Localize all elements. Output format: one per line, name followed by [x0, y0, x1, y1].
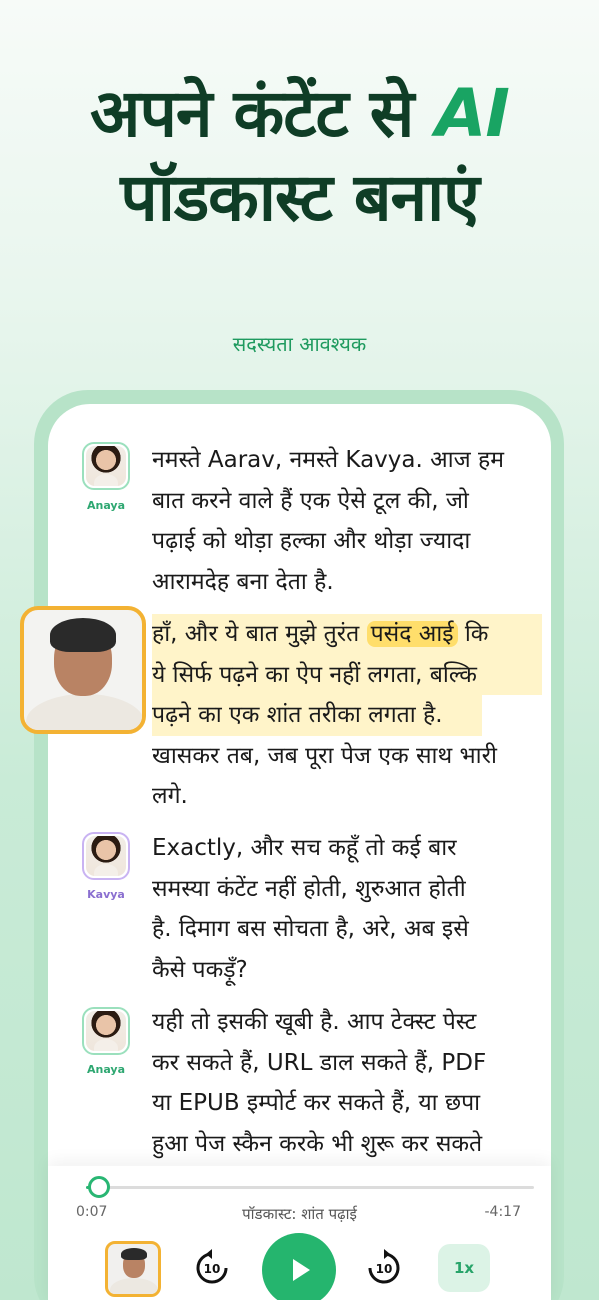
- speaker-body: [26, 694, 142, 730]
- mini-hair: [121, 1248, 147, 1260]
- speaker-name: Anaya: [86, 499, 126, 512]
- speaker-hair: [50, 618, 116, 652]
- message-line: यही तो इसकी खूबी है. आप टेक्स्ट पेस्ट: [152, 1009, 477, 1035]
- audio-player: 0:07 पॉडकास्ट: शांत पढ़ाई -4:17 10 10 1x: [48, 1166, 551, 1300]
- message-line: कैसे पकड़ूँ?: [152, 956, 248, 983]
- skip-back-label: 10: [204, 1262, 221, 1276]
- message-line: लगे.: [152, 783, 188, 809]
- kavya-photo: [86, 836, 126, 876]
- anaya-photo: [86, 1011, 126, 1051]
- play-button[interactable]: [262, 1233, 336, 1300]
- message-line: है. दिमाग बस सोचता है, अरे, अब इसे: [152, 916, 469, 942]
- message-line: खासकर तब, जब पूरा पेज एक साथ भारी: [152, 742, 497, 769]
- avatar-anaya[interactable]: [82, 442, 130, 490]
- message-line-highlight: पढ़ने का एक शांत तरीका लगता है.: [152, 695, 482, 736]
- mini-body: [110, 1278, 158, 1294]
- remaining-time: -4:17: [484, 1204, 522, 1220]
- headline-text: अपने कंटेंट से: [90, 75, 414, 152]
- current-word-highlight: पसंद आई: [366, 621, 458, 647]
- message-line: Exactly, और सच कहूँ तो कई बार: [152, 835, 457, 861]
- playback-speed-button[interactable]: 1x: [438, 1244, 490, 1292]
- message-line-highlight: ये सिर्फ पढ़ने का ऐप नहीं लगता, बल्कि: [152, 654, 542, 695]
- message-anaya-1: नमस्ते Aarav, नमस्ते Kavya. आज हम बात कर…: [152, 440, 532, 602]
- active-speaker-avatar[interactable]: [20, 606, 146, 734]
- message-line: समस्या कंटेंट नहीं होती, शुरुआत होती: [152, 875, 466, 902]
- podcast-title: पॉडकास्ट: शांत पढ़ाई: [242, 1205, 357, 1223]
- message-aarav-active: हाँ, और ये बात मुझे तुरंत पसंद आई कि ये …: [152, 614, 542, 817]
- skip-forward-label: 10: [376, 1262, 393, 1276]
- speaker-name: Kavya: [87, 888, 125, 901]
- message-line: आरामदेह बना देता है.: [152, 568, 334, 595]
- skip-forward-button[interactable]: 10: [364, 1248, 404, 1288]
- headline: अपने कंटेंट से AI पॉडकास्ट बनाएं: [0, 72, 599, 240]
- message-kavya: Exactly, और सच कहूँ तो कई बार समस्या कंट…: [152, 828, 532, 990]
- forward-10-icon: 10: [368, 1249, 400, 1284]
- avatar-kavya[interactable]: [82, 832, 130, 880]
- anaya-photo: [86, 446, 126, 486]
- skip-back-button[interactable]: 10: [192, 1248, 232, 1288]
- subscription-note: सदस्यता आवश्यक: [232, 332, 367, 356]
- progress-knob[interactable]: [88, 1176, 111, 1198]
- current-speaker-button[interactable]: [105, 1241, 161, 1297]
- rewind-10-icon: 10: [196, 1249, 228, 1284]
- message-line-highlight: हाँ, और ये बात मुझे तुरंत पसंद आई कि: [152, 614, 542, 655]
- avatar-anaya[interactable]: [82, 1007, 130, 1055]
- message-text: कि: [457, 621, 489, 647]
- headline-line-2: पॉडकास्ट बनाएं: [120, 159, 480, 236]
- message-text: हाँ, और ये बात मुझे तुरंत: [152, 621, 367, 647]
- speaker-name: Anaya: [86, 1063, 126, 1076]
- message-line: कर सकते हैं, URL डाल सकते हैं, PDF: [152, 1049, 487, 1076]
- headline-ai: AI: [435, 75, 510, 152]
- message-anaya-2: यही तो इसकी खूबी है. आप टेक्स्ट पेस्ट कर…: [152, 1002, 532, 1164]
- progress-bar[interactable]: [86, 1186, 534, 1189]
- headline-line-1: अपने कंटेंट से AI: [0, 72, 599, 156]
- message-line: हुआ पेज स्कैन करके भी शुरू कर सकते: [152, 1130, 483, 1157]
- message-line: या EPUB इम्पोर्ट कर सकते हैं, या छपा: [152, 1090, 481, 1116]
- message-line: पढ़ाई को थोड़ा हल्का और थोड़ा ज्यादा: [152, 528, 471, 554]
- play-icon: [293, 1259, 310, 1281]
- message-line: बात करने वाले हैं एक ऐसे टूल की, जो: [152, 487, 469, 514]
- message-line: नमस्ते Aarav, नमस्ते Kavya. आज हम: [152, 447, 504, 473]
